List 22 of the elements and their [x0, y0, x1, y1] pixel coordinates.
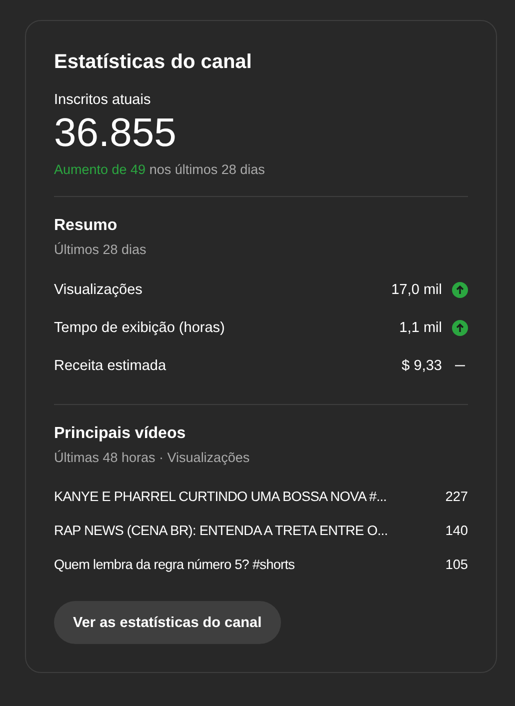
video-views: 140 — [445, 522, 468, 538]
video-title[interactable]: RAP NEWS (CENA BR): ENTENDA A TRETA ENTRE O... — [54, 522, 436, 538]
top-videos-period: Últimas 48 horas · Visualizações — [54, 450, 251, 465]
dash-icon — [455, 365, 465, 367]
metric-value: $ 9,33 — [402, 358, 442, 374]
video-views: 105 — [445, 556, 468, 572]
video-title[interactable]: Quem lembra da regra número 5? #shorts — [54, 556, 436, 572]
subscribers-label: Inscritos atuais — [54, 92, 152, 108]
subscriber-count: 36.855 — [54, 110, 178, 156]
channel-stats-button[interactable]: Ver as estatísticas do canal — [54, 601, 281, 644]
top-videos-title: Principais vídeos — [54, 425, 187, 443]
video-title[interactable]: KANYE E PHARREL CURTINDO UMA BOSSA NOVA #... — [54, 488, 436, 504]
summary-period: Últimos 28 dias — [54, 242, 148, 257]
metric-value: 17,0 mil — [391, 282, 442, 298]
metric-label: Tempo de exibição (horas) — [54, 320, 226, 336]
card-title: Estatísticas do canal — [54, 51, 253, 74]
metric-label: Receita estimada — [54, 358, 168, 374]
metric-label: Visualizações — [54, 282, 144, 298]
metric-value: 1,1 mil — [399, 320, 442, 336]
subscriber-change: Aumento de 49 nos últimos 28 dias — [54, 162, 266, 177]
video-views: 227 — [445, 488, 468, 504]
summary-title: Resumo — [54, 217, 118, 235]
